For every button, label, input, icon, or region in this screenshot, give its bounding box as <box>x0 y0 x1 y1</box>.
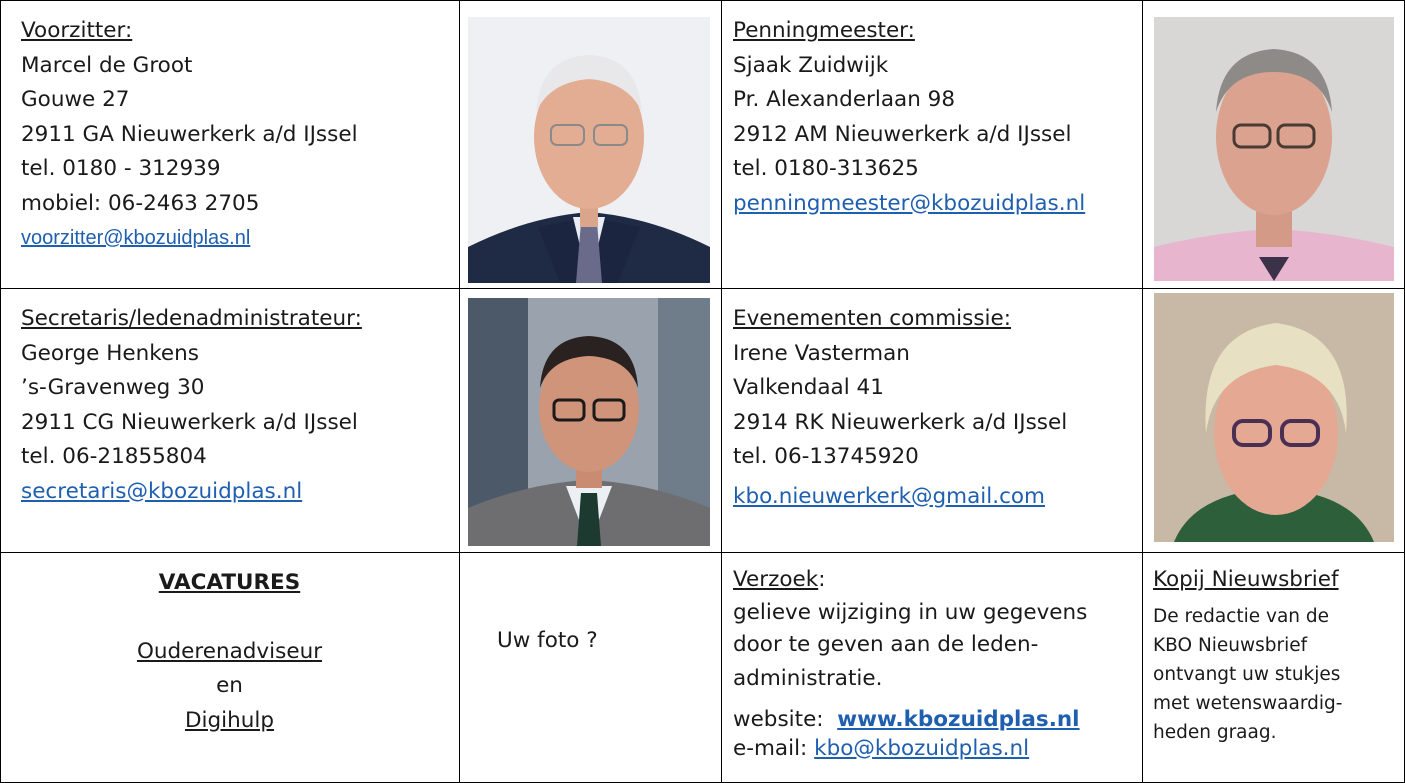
website-label: website: <box>733 706 824 732</box>
website-link[interactable]: www.kbozuidplas.nl <box>837 707 1079 732</box>
request-title-colon: : <box>818 567 826 592</box>
secretary-city: 2911 CG Nieuwerkerk a/d IJssel <box>21 409 358 435</box>
events-email-link[interactable]: kbo.nieuwerkerk@gmail.com <box>733 480 1067 515</box>
secretary-address: ’s-Gravenweg 30 <box>21 375 205 400</box>
request-block: Verzoek: gelieve wijziging in uw gegeven… <box>733 563 1087 762</box>
vacancy-conjunction: en <box>216 673 243 698</box>
chair-phone: tel. 0180 - 312939 <box>21 156 221 181</box>
general-email-link[interactable]: kbo@kbozuidplas.nl <box>814 736 1029 761</box>
chair-email-link[interactable]: voorzitter@kbozuidplas.nl <box>21 221 358 256</box>
chair-city: 2911 GA Nieuwerkerk a/d IJssel <box>21 121 358 147</box>
newsletter-block: Kopij Nieuwsbrief De redactie van de KBO… <box>1153 563 1342 747</box>
chair-role: Voorzitter: <box>21 18 133 43</box>
treasurer-role: Penningmeester: <box>733 18 915 43</box>
table-divider <box>0 288 1405 289</box>
chair-photo <box>468 17 710 283</box>
request-title: Verzoek <box>733 567 819 592</box>
treasurer-city: 2912 AM Nieuwerkerk a/d IJssel <box>733 121 1072 147</box>
vacancy-role-1: Ouderenadviseur <box>136 638 323 664</box>
newsletter-line-2: KBO Nieuwsbrief <box>1153 634 1308 656</box>
treasurer-email-link[interactable]: penningmeester@kbozuidplas.nl <box>733 187 1085 222</box>
chair-address: Gouwe 27 <box>21 87 130 112</box>
secretary-photo <box>468 298 710 546</box>
vacancies-block: VACATURES Ouderenadviseur en Digihulp <box>0 566 459 738</box>
chair-name: Marcel de Groot <box>21 52 193 78</box>
newsletter-line-5: heden graag. <box>1153 721 1277 743</box>
secretary-contact: Secretaris/ledenadministrateur: George H… <box>21 302 362 509</box>
treasurer-address: Pr. Alexanderlaan 98 <box>733 87 956 112</box>
secretary-phone: tel. 06-21855804 <box>21 444 207 469</box>
events-city: 2914 RK Nieuwerkerk a/d IJssel <box>733 409 1068 435</box>
table-divider <box>0 552 1405 553</box>
newsletter-line-4: met wetenswaardig- <box>1153 692 1343 714</box>
newsletter-line-1: De redactie van de <box>1153 605 1330 627</box>
secretary-role: Secretaris/ledenadministrateur: <box>21 306 362 331</box>
treasurer-contact: Penningmeester: Sjaak Zuidwijk Pr. Alexa… <box>733 14 1085 221</box>
events-photo <box>1154 293 1394 542</box>
treasurer-photo <box>1154 17 1394 281</box>
chair-contact: Voorzitter: Marcel de Groot Gouwe 27 291… <box>21 14 358 256</box>
table-divider <box>1142 0 1143 783</box>
events-address: Valkendaal 41 <box>733 375 884 400</box>
newsletter-title: Kopij Nieuwsbrief <box>1153 567 1339 592</box>
chair-mobile: mobiel: 06-2463 2705 <box>21 190 260 216</box>
newsletter-line-3: ontvangt uw stukjes <box>1153 663 1341 685</box>
events-contact: Evenementen commissie: Irene Vasterman V… <box>733 302 1067 514</box>
treasurer-phone: tel. 0180-313625 <box>733 156 919 181</box>
vacancies-title: VACATURES <box>158 570 301 595</box>
request-line-3: administratie. <box>733 665 883 691</box>
events-phone: tel. 06-13745920 <box>733 444 919 469</box>
table-border-top <box>0 0 1405 1</box>
secretary-name: George Henkens <box>21 340 199 366</box>
request-line-2: door te geven aan de leden- <box>733 631 1039 657</box>
photo-placeholder: Uw foto ? <box>497 628 598 653</box>
request-line-1: gelieve wijziging in uw gegevens <box>733 599 1088 625</box>
email-label: e-mail: <box>733 735 808 761</box>
events-name: Irene Vasterman <box>733 340 910 366</box>
vacancy-role-2: Digihulp <box>184 707 275 733</box>
treasurer-name: Sjaak Zuidwijk <box>733 52 889 78</box>
secretary-email-link[interactable]: secretaris@kbozuidplas.nl <box>21 475 362 510</box>
table-divider <box>459 0 460 783</box>
contact-table: Voorzitter: Marcel de Groot Gouwe 27 291… <box>0 0 1405 783</box>
events-role: Evenementen commissie: <box>733 306 1011 331</box>
table-divider <box>721 0 722 783</box>
